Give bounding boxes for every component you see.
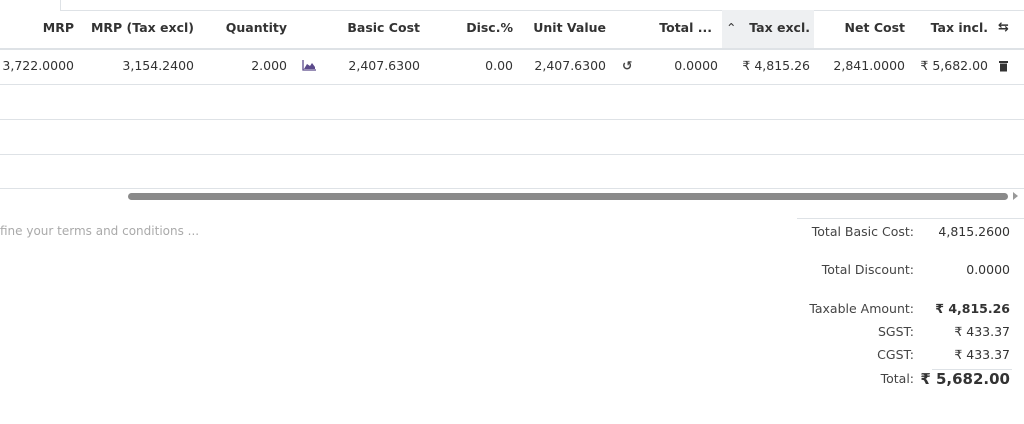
cell-mrp[interactable]: 3,722.0000 [2, 58, 74, 74]
divider [0, 154, 1024, 155]
divider [0, 119, 1024, 120]
divider [0, 84, 1024, 85]
cell-basic-cost[interactable]: 2,407.6300 [348, 58, 420, 74]
col-mrp[interactable]: MRP [43, 20, 74, 36]
total-basic-cost-label: Total Basic Cost: [811, 224, 914, 239]
cell-total[interactable]: 0.0000 [674, 58, 718, 74]
divider [60, 10, 1024, 11]
chevron-up-icon[interactable]: ⌃ [726, 20, 736, 36]
taxable-amount-value: ₹ 4,815.26 [935, 301, 1010, 316]
top-border [60, 0, 61, 10]
total-value: ₹ 5,682.00 [920, 370, 1010, 388]
cgst-value: ₹ 433.37 [954, 347, 1010, 362]
col-disc[interactable]: Disc.% [466, 20, 513, 36]
area-chart-icon[interactable] [302, 59, 317, 71]
cell-disc[interactable]: 0.00 [485, 58, 513, 74]
sgst-value: ₹ 433.37 [954, 324, 1010, 339]
col-tax-incl[interactable]: Tax incl. [931, 20, 988, 36]
total-label: Total: [880, 371, 914, 386]
divider [797, 218, 1024, 219]
cell-net-cost[interactable]: 2,841.0000 [833, 58, 905, 74]
cell-mrp-tax-excl[interactable]: 3,154.2400 [122, 58, 194, 74]
total-discount-label: Total Discount: [821, 262, 914, 277]
divider [0, 48, 1024, 50]
col-mrp-tax-excl[interactable]: MRP (Tax excl) [91, 20, 194, 36]
horizontal-scrollbar[interactable] [128, 193, 1008, 200]
total-basic-cost-value: 4,815.2600 [938, 224, 1010, 239]
column-settings-icon[interactable]: ⇆ [998, 20, 1009, 36]
trash-icon[interactable] [998, 60, 1009, 72]
cgst-label: CGST: [877, 347, 914, 362]
col-basic-cost[interactable]: Basic Cost [347, 20, 420, 36]
terms-input[interactable]: fine your terms and conditions ... [0, 224, 199, 238]
sgst-label: SGST: [877, 324, 914, 339]
total-discount-value: 0.0000 [966, 262, 1010, 277]
scroll-right-icon[interactable] [1013, 192, 1018, 200]
cell-tax-excl[interactable]: ₹ 4,815.26 [742, 58, 810, 74]
cell-tax-incl[interactable]: ₹ 5,682.00 [920, 58, 988, 74]
cell-unit-value[interactable]: 2,407.6300 [534, 58, 606, 74]
col-net-cost[interactable]: Net Cost [845, 20, 905, 36]
col-quantity[interactable]: Quantity [226, 20, 287, 36]
col-total[interactable]: Total ... [659, 20, 712, 36]
undo-icon[interactable]: ↺ [622, 58, 632, 74]
divider [0, 188, 1024, 189]
taxable-amount-label: Taxable Amount: [809, 301, 914, 316]
col-unit-value[interactable]: Unit Value [533, 20, 606, 36]
cell-quantity[interactable]: 2.000 [251, 58, 287, 74]
col-tax-excl[interactable]: Tax excl. [749, 20, 810, 36]
